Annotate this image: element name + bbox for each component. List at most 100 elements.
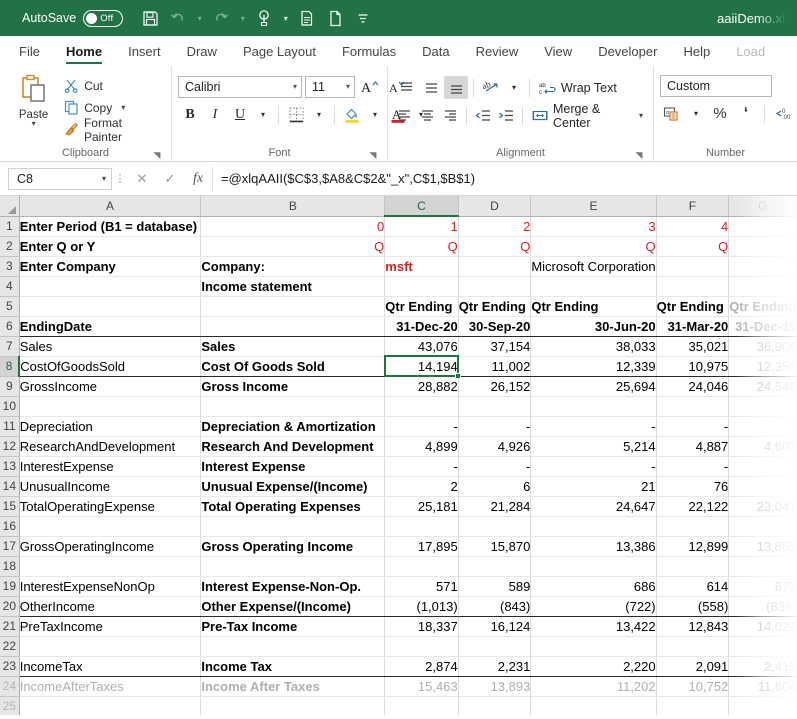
- cell-B12[interactable]: Research And Development: [200, 436, 386, 457]
- enter-formula-button[interactable]: ✓: [156, 167, 184, 191]
- redo-icon[interactable]: [208, 5, 234, 31]
- cell-C10[interactable]: [384, 396, 459, 417]
- cell-C16[interactable]: [384, 516, 459, 537]
- format-painter-button[interactable]: Format Painter: [61, 116, 165, 144]
- align-middle-button[interactable]: [419, 76, 443, 99]
- cell-D11[interactable]: -: [458, 416, 532, 437]
- row-header-3[interactable]: 3: [0, 256, 20, 277]
- cell-D15[interactable]: 21,284: [458, 496, 532, 517]
- cell-C18[interactable]: [384, 556, 459, 577]
- print-preview-icon[interactable]: [294, 5, 320, 31]
- column-header-c[interactable]: C: [384, 196, 459, 217]
- number-format-combobox[interactable]: Custom: [660, 75, 772, 97]
- cell-F20[interactable]: (558): [656, 596, 730, 617]
- cell-A4[interactable]: [19, 276, 202, 297]
- insert-function-button[interactable]: fx: [184, 167, 212, 191]
- name-box[interactable]: C8 ▾: [8, 167, 112, 190]
- cell-G14[interactable]: [728, 476, 797, 497]
- increase-decimal-button[interactable]: 0.00: [771, 102, 795, 125]
- row-header-22[interactable]: 22: [0, 636, 20, 657]
- cell-A12[interactable]: ResearchAndDevelopment: [19, 436, 202, 457]
- redo-dropdown-chevron-down-icon[interactable]: ▾: [236, 5, 249, 31]
- accounting-format-chevron-down-icon[interactable]: ▾: [686, 102, 706, 125]
- cell-D4[interactable]: [458, 276, 532, 297]
- cell-A2[interactable]: Enter Q or Y: [19, 236, 202, 257]
- cell-G4[interactable]: [728, 276, 797, 297]
- autosave-switch[interactable]: Off: [83, 9, 124, 27]
- cell-A21[interactable]: PreTaxIncome: [19, 616, 202, 637]
- wrap-text-button[interactable]: ab c Wrap Text: [535, 76, 621, 99]
- cancel-formula-button[interactable]: ✕: [128, 167, 156, 191]
- row-header-7[interactable]: 7: [0, 336, 20, 357]
- cell-D3[interactable]: [458, 256, 532, 277]
- comma-style-button[interactable]: ‘: [734, 102, 758, 125]
- formula-bar-expand-handle[interactable]: ⋮: [112, 172, 128, 185]
- cell-G12[interactable]: 4,603: [728, 436, 797, 457]
- row-header-5[interactable]: 5: [0, 296, 20, 317]
- cell-D17[interactable]: 15,870: [458, 536, 532, 557]
- cell-D5[interactable]: Qtr Ending: [458, 296, 532, 317]
- cell-E21[interactable]: 13,422: [530, 616, 657, 637]
- cell-D14[interactable]: 6: [458, 476, 532, 497]
- cell-A1[interactable]: Enter Period (B1 = database): [19, 216, 202, 237]
- font-dialog-launcher-icon[interactable]: ◥: [367, 149, 379, 161]
- cut-button[interactable]: Cut: [61, 75, 165, 96]
- cell-B7[interactable]: Sales: [200, 336, 386, 357]
- cell-E9[interactable]: 25,694: [530, 376, 657, 397]
- cell-F8[interactable]: 10,975: [656, 356, 730, 377]
- cell-G17[interactable]: 13,859: [728, 536, 797, 557]
- tab-view[interactable]: View: [531, 36, 585, 66]
- orientation-chevron-down-icon[interactable]: ▾: [504, 76, 524, 99]
- increase-font-size-button[interactable]: A: [358, 75, 382, 98]
- tab-review[interactable]: Review: [463, 36, 532, 66]
- cell-F12[interactable]: 4,887: [656, 436, 730, 457]
- cell-G21[interactable]: 14,023: [728, 616, 797, 637]
- cell-C8[interactable]: 14,194: [384, 356, 459, 377]
- cell-F15[interactable]: 22,122: [656, 496, 730, 517]
- font-name-combobox[interactable]: Calibri ▾: [178, 75, 302, 98]
- merge-center-chevron-down-icon[interactable]: ▾: [639, 111, 643, 120]
- cell-C21[interactable]: 18,337: [384, 616, 459, 637]
- row-header-14[interactable]: 14: [0, 476, 20, 497]
- column-header-a[interactable]: A: [19, 196, 202, 217]
- new-file-icon[interactable]: [322, 5, 348, 31]
- tab-home[interactable]: Home: [53, 36, 115, 66]
- cell-D8[interactable]: 11,002: [458, 356, 532, 377]
- cell-F1[interactable]: 4: [656, 216, 730, 237]
- formula-input[interactable]: =@xlqAAII($C$3,$A8&C$2&"_x",C$1,$B$1): [212, 166, 793, 191]
- cell-D23[interactable]: 2,231: [458, 656, 532, 677]
- cell-G1[interactable]: [728, 216, 797, 237]
- cell-E19[interactable]: 686: [530, 576, 657, 597]
- cell-A8[interactable]: CostOfGoodsSold: [19, 356, 202, 377]
- cell-C20[interactable]: (1,013): [384, 596, 459, 617]
- cell-B16[interactable]: [200, 516, 386, 537]
- italic-button[interactable]: I: [203, 103, 227, 126]
- cell-F13[interactable]: -: [656, 456, 730, 477]
- cell-G5[interactable]: Qtr Ending: [728, 296, 797, 317]
- cell-D25[interactable]: [458, 696, 532, 715]
- column-header-g[interactable]: G: [728, 196, 797, 217]
- cell-F11[interactable]: -: [656, 416, 730, 437]
- fill-color-chevron-down-icon[interactable]: ▾: [365, 103, 385, 126]
- cell-E7[interactable]: 38,033: [530, 336, 657, 357]
- cell-F3[interactable]: [656, 256, 730, 277]
- align-left-button[interactable]: [394, 104, 416, 127]
- cell-E3[interactable]: Microsoft Corporation: [530, 256, 657, 277]
- row-header-6[interactable]: 6: [0, 316, 20, 337]
- customize-quick-access-toolbar-icon[interactable]: [350, 5, 376, 31]
- column-header-e[interactable]: E: [530, 196, 657, 217]
- cell-F24[interactable]: 10,752: [656, 676, 730, 697]
- cell-D20[interactable]: (843): [458, 596, 532, 617]
- cell-G16[interactable]: [728, 516, 797, 537]
- underline-button[interactable]: U: [228, 103, 252, 126]
- cell-A18[interactable]: [19, 556, 202, 577]
- cell-A24[interactable]: IncomeAfterTaxes: [19, 676, 202, 697]
- decrease-indent-button[interactable]: [472, 104, 494, 127]
- cell-F4[interactable]: [656, 276, 730, 297]
- cell-B19[interactable]: Interest Expense-Non-Op.: [200, 576, 386, 597]
- cell-E24[interactable]: 11,202: [530, 676, 657, 697]
- cell-G10[interactable]: [728, 396, 797, 417]
- tab-data[interactable]: Data: [409, 36, 462, 66]
- paste-button[interactable]: Paste ▾: [6, 72, 61, 128]
- cell-G19[interactable]: 672: [728, 576, 797, 597]
